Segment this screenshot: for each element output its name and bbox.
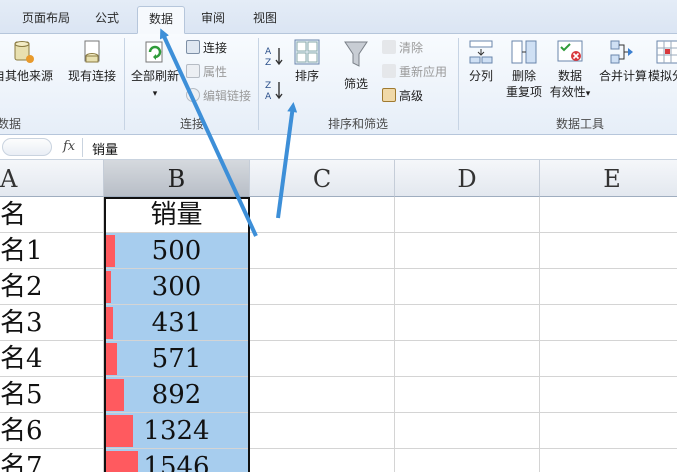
arrow-to-sort-button	[276, 102, 298, 219]
arrow-to-data-tab	[159, 28, 258, 237]
tutorial-arrows	[159, 28, 298, 237]
